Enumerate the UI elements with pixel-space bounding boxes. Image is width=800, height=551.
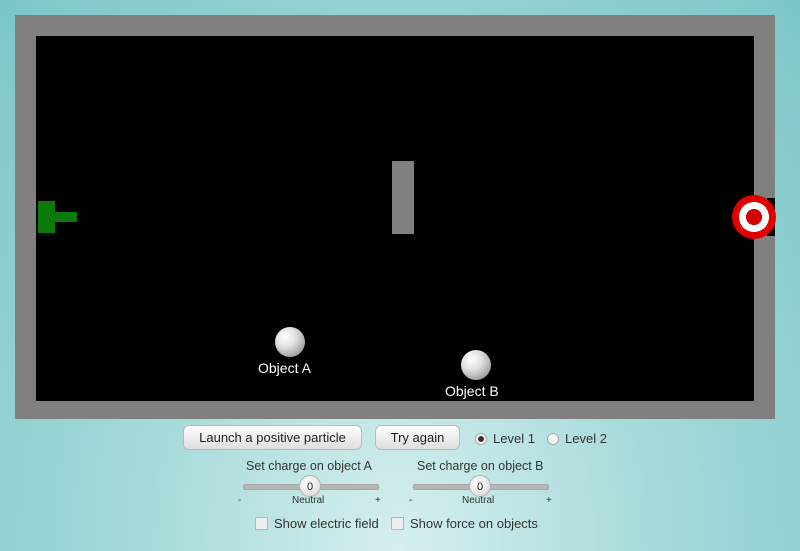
launch-particle-button[interactable]: Launch a positive particle [183,425,362,450]
slider-b-minus: - [409,495,413,506]
slider-a-plus: + [375,495,381,506]
object-a-label: Object A [258,360,311,376]
show-force-checkbox[interactable] [391,517,404,530]
show-electric-field-label: Show electric field [274,516,379,531]
level2-radio[interactable] [547,432,559,445]
slider-a-minus: - [238,495,242,506]
level2-option[interactable]: Level 2 [547,431,607,446]
launcher-icon [38,201,55,233]
object-a[interactable] [275,327,305,357]
show-force-option[interactable]: Show force on objects [391,516,538,531]
slider-b-label: Set charge on object B [417,459,544,473]
level1-label: Level 1 [493,431,535,446]
slider-b-plus: + [546,495,552,506]
simulation-frame: Object A Object B [15,15,776,419]
object-b[interactable] [461,350,491,380]
level2-label: Level 2 [565,431,607,446]
show-electric-field-option[interactable]: Show electric field [255,516,379,531]
slider-b-neutral-label: Neutral [462,495,495,506]
slider-a-thumb[interactable]: 0 [299,475,321,497]
launcher-barrel [55,212,77,222]
object-b-label: Object B [445,383,499,399]
level1-option[interactable]: Level 1 [475,431,535,446]
show-electric-field-checkbox[interactable] [255,517,268,530]
show-force-label: Show force on objects [410,516,538,531]
slider-b-thumb[interactable]: 0 [469,475,491,497]
slider-a-neutral-label: Neutral [292,495,325,506]
target-icon [732,195,776,239]
barrier [392,161,414,234]
level1-radio[interactable] [475,432,487,445]
try-again-button[interactable]: Try again [375,425,460,450]
slider-a-label: Set charge on object A [246,459,372,473]
